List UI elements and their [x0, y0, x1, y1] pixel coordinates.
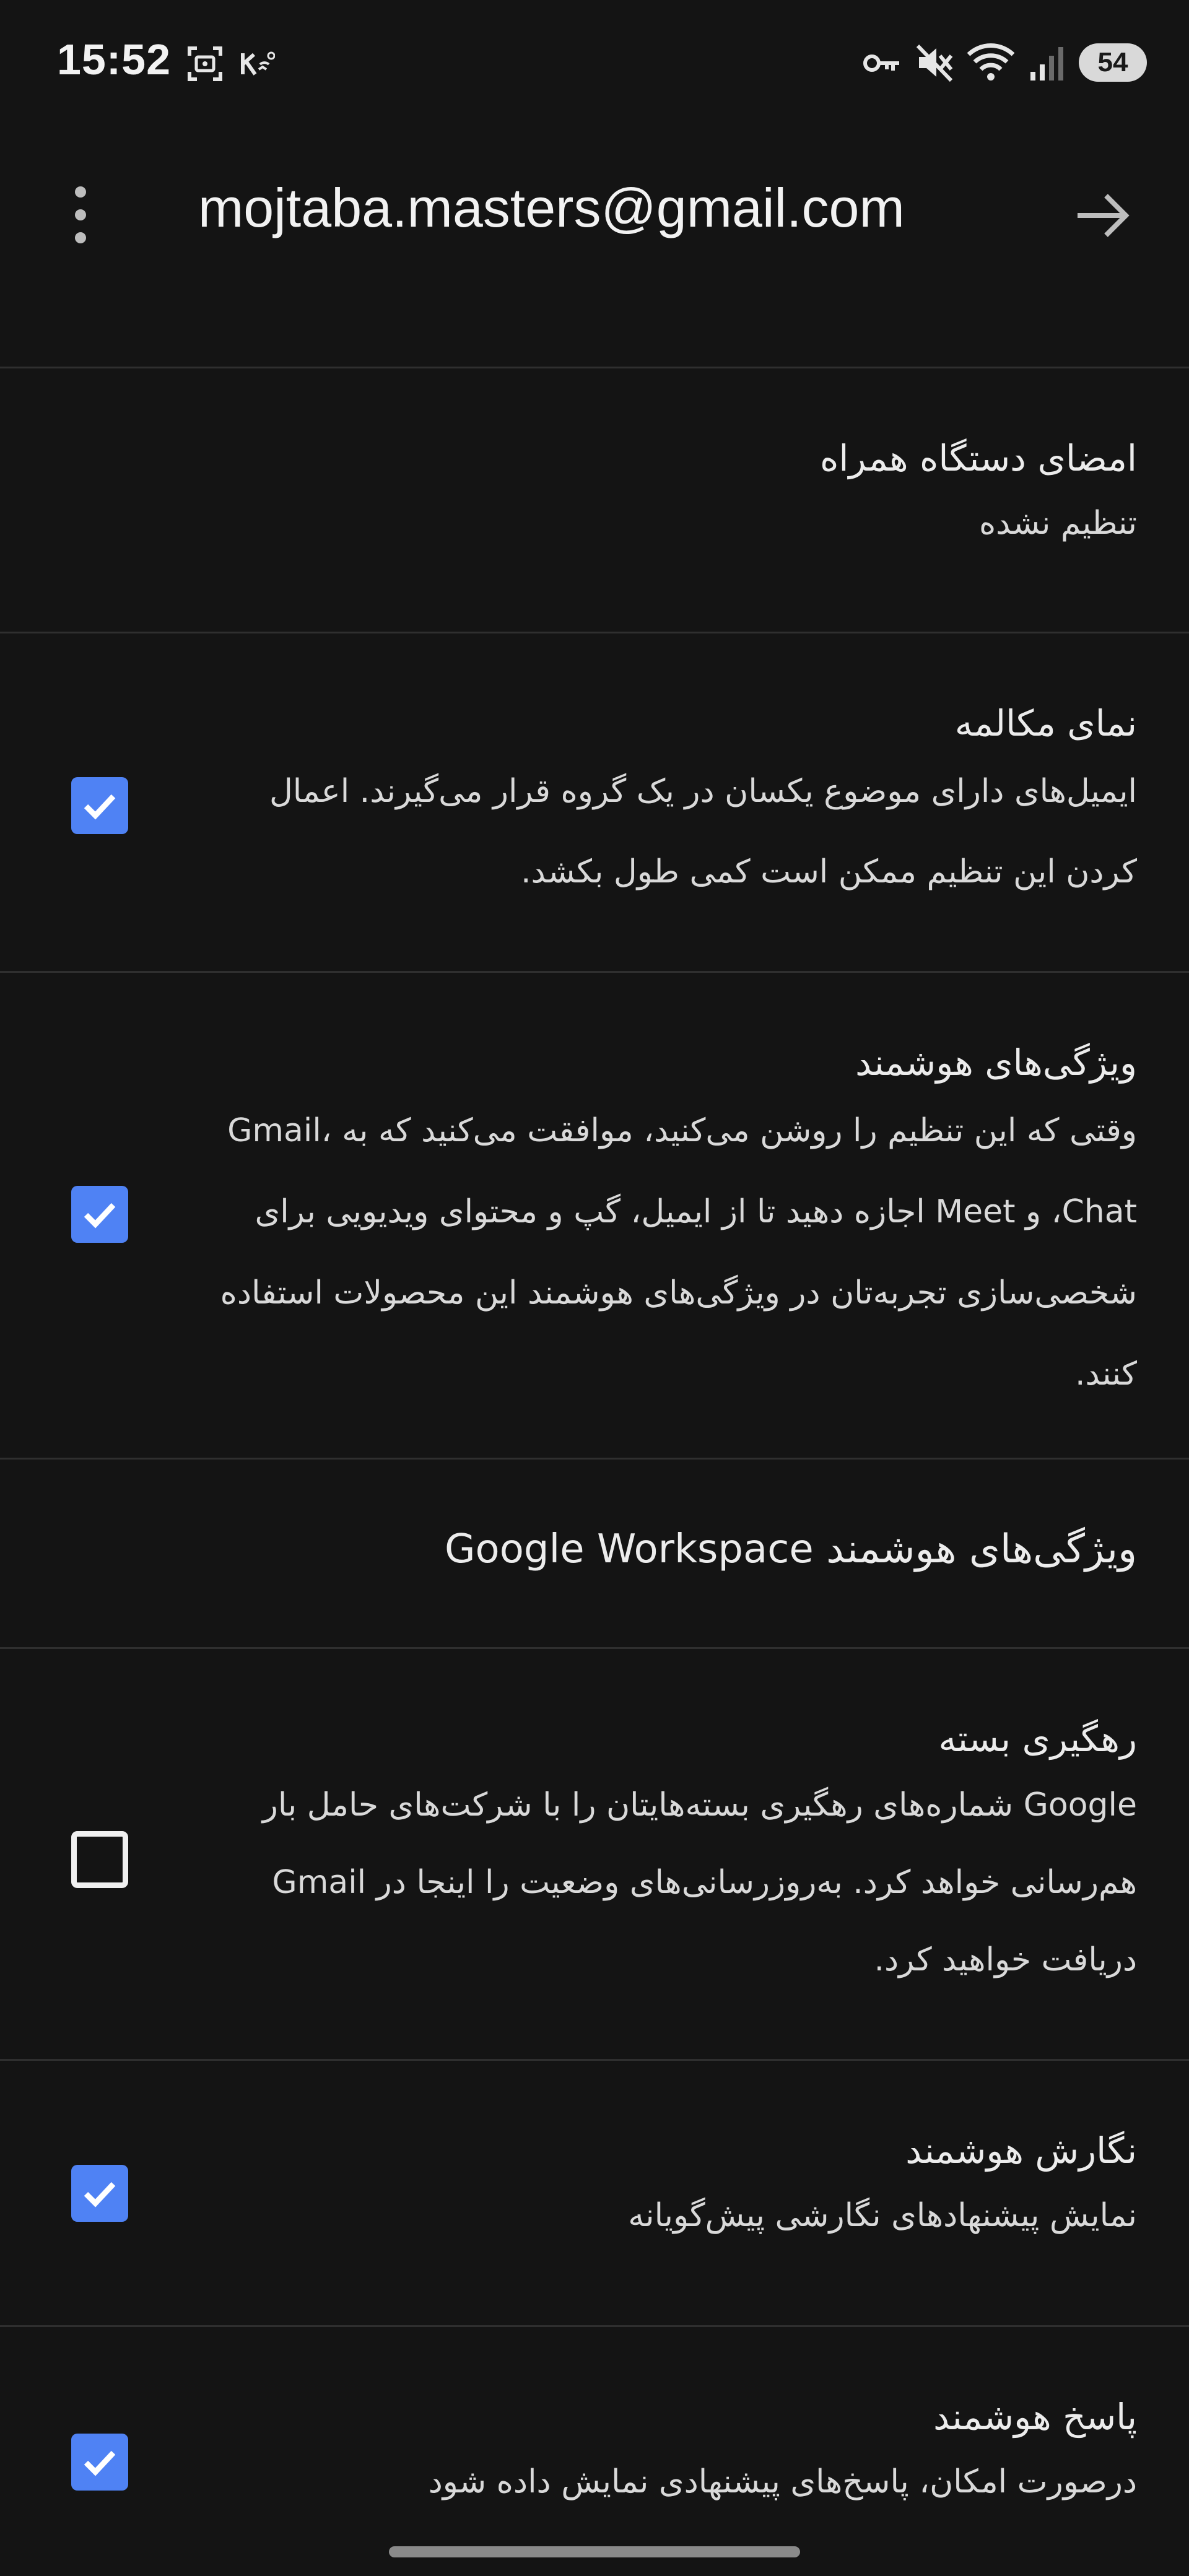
arrow-forward-icon [1078, 194, 1130, 237]
setting-smart-reply[interactable]: پاسخ هوشمند درصورت امکان، پاسخ‌های پیشنه… [0, 2327, 1189, 2575]
status-time: 15:52 [57, 35, 172, 84]
setting-description: ایمیل‌های دارای موضوع یکسان در یک گروه ق… [269, 773, 1137, 890]
battery-indicator: 54 [1079, 43, 1147, 82]
forward-button[interactable] [1071, 185, 1133, 246]
setting-title: نمای مکالمه [954, 702, 1137, 744]
setting-title: رهگیری بسته [938, 1718, 1137, 1760]
more-vert-icon [75, 186, 86, 243]
setting-title: پاسخ هوشمند [933, 2396, 1137, 2438]
setting-description: نمایش پیشنهادهای نگارشی پیش‌گویانه [628, 2197, 1137, 2234]
checkmark-icon [84, 2450, 116, 2476]
checkmark-icon [84, 794, 116, 820]
setting-smart-compose[interactable]: نگارش هوشمند نمایش پیشنهادهای نگارشی پیش… [0, 2061, 1189, 2325]
vowifi-icon [241, 51, 275, 76]
conversation-view-checkbox[interactable] [71, 777, 128, 834]
setting-package-tracking[interactable]: رهگیری بسته Google شماره‌های رهگیری بسته… [0, 1649, 1189, 2059]
status-bar: 15:52 54 [0, 0, 1189, 130]
signal-icon [1030, 47, 1063, 80]
setting-description: وقتی که این تنظیم را روشن می‌کنید، موافق… [220, 1112, 1137, 1393]
setting-mobile-signature[interactable]: امضای دستگاه همراه تنظیم نشده [0, 368, 1189, 632]
setting-workspace-smart-features[interactable]: ویژگی‌های هوشمند Google Workspace [0, 1460, 1189, 1647]
home-indicator[interactable] [389, 2546, 800, 2557]
more-options-button[interactable] [62, 181, 99, 249]
setting-description: درصورت امکان، پاسخ‌های پیشنهادی نمایش دا… [428, 2463, 1137, 2500]
screenshot-icon [188, 46, 222, 81]
setting-title: ویژگی‌های هوشمند [855, 1042, 1137, 1084]
checkmark-icon [84, 2182, 116, 2208]
smart-features-checkbox[interactable] [71, 1186, 128, 1243]
setting-conversation-view[interactable]: نمای مکالمه ایمیل‌های دارای موضوع یکسان … [0, 633, 1189, 971]
smart-compose-checkbox[interactable] [71, 2165, 128, 2222]
smart-reply-checkbox[interactable] [71, 2434, 128, 2491]
package-tracking-checkbox[interactable] [71, 1831, 128, 1888]
vpn-key-icon [863, 54, 899, 72]
setting-title: نگارش هوشمند [905, 2130, 1137, 2172]
setting-smart-features[interactable]: ویژگی‌های هوشمند وقتی که این تنظیم را رو… [0, 973, 1189, 1458]
setting-title: ویژگی‌های هوشمند Google Workspace [444, 1526, 1137, 1572]
checkmark-icon [84, 1203, 116, 1229]
account-email: mojtaba.masters@gmail.com [198, 177, 905, 238]
setting-subtitle: تنظیم نشده [978, 505, 1137, 542]
mute-icon [916, 44, 953, 82]
setting-description: Google شماره‌های رهگیری بسته‌هایتان را ب… [262, 1786, 1137, 1978]
account-header: mojtaba.masters@gmail.com [0, 142, 1189, 279]
setting-title: امضای دستگاه همراه [819, 437, 1137, 479]
wifi-icon [967, 43, 1015, 80]
